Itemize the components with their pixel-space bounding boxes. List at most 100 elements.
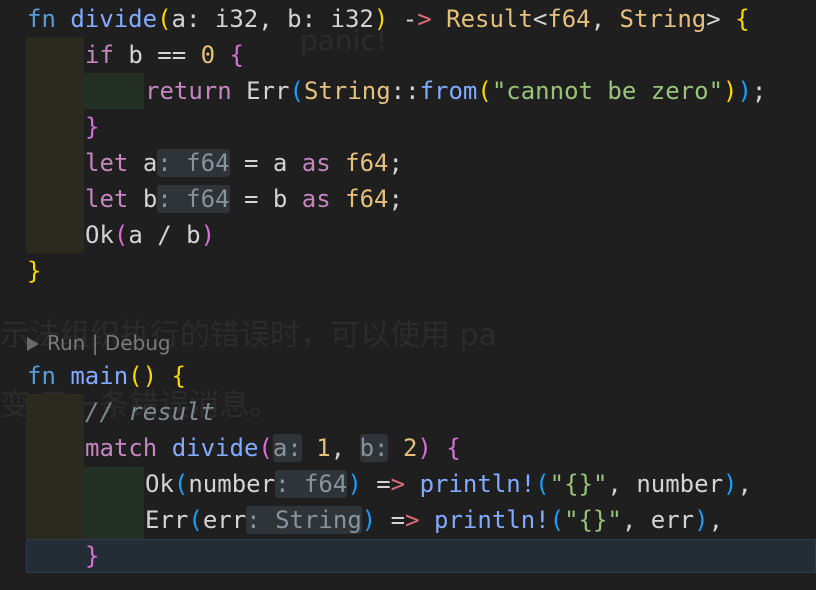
type-result: Result (446, 5, 533, 33)
function-call-divide: divide (171, 434, 259, 462)
code-line-3[interactable]: return Err(String::from("cannot be zero"… (145, 73, 766, 109)
inlay-type-hint: : f64 (157, 149, 230, 177)
keyword-let: let (85, 185, 129, 213)
keyword-fn: fn (27, 362, 56, 390)
code-line-10[interactable]: // result (85, 394, 215, 430)
brace: { (171, 362, 186, 390)
fat-arrow-head: > (405, 506, 420, 534)
brace: } (27, 257, 42, 285)
paren: ) (347, 470, 362, 498)
keyword-match: match (85, 434, 158, 462)
paren: ) (361, 506, 377, 534)
macro-println: println! (419, 470, 536, 498)
paren: ( (258, 434, 273, 462)
path-sep: :: (390, 77, 420, 105)
semicolon: ; (751, 77, 767, 105)
semicolon: ; (388, 185, 403, 213)
type-f64: f64 (345, 149, 389, 177)
code-line-4[interactable]: } (85, 109, 99, 145)
paren: ( (549, 506, 565, 534)
current-line-highlight (26, 539, 816, 573)
fat-arrow: = (361, 470, 391, 498)
format-string: "{}" (564, 506, 622, 534)
ok-variant: Ok (85, 221, 114, 249)
paren: ( (289, 77, 304, 105)
code-line-14[interactable]: } (85, 538, 99, 574)
code-editor[interactable]: panic! 示法组织执行的错误时，可以使用 pa 变 示一条错误消息。 fn … (0, 0, 816, 590)
function-name: divide (70, 5, 158, 33)
macro-args: , err (621, 506, 695, 534)
punct: : (185, 5, 215, 33)
code-line-13[interactable]: Err(err: String) => println!("{}", err), (145, 502, 723, 538)
punct: > (706, 5, 721, 33)
binding-number: number (188, 470, 276, 498)
code-line-8[interactable]: } (27, 253, 41, 289)
codelens-separator: | (91, 331, 99, 355)
number-literal: 2 (402, 434, 418, 462)
ok-pattern: Ok (145, 470, 174, 498)
code-line-1[interactable]: fn divide(a: i32, b: i32) -> Result<f64,… (27, 1, 750, 37)
condition: b == (113, 41, 201, 69)
paren: ( (535, 470, 550, 498)
punct: , (258, 5, 288, 33)
codelens: Run | Debug (27, 328, 171, 358)
indent-guide (26, 37, 84, 253)
comma: , (737, 470, 752, 498)
paren: ( (113, 221, 129, 249)
punct: < (532, 5, 548, 33)
inlay-type-hint: : f64 (275, 470, 348, 498)
keyword-if: if (85, 41, 114, 69)
keyword-as: as (301, 185, 331, 213)
code-line-5[interactable]: let a: f64 = a as f64; (85, 145, 403, 181)
arrow: - (388, 5, 418, 33)
inlay-param-hint: b: (359, 434, 389, 462)
indent-guide (84, 467, 144, 539)
paren: ) (694, 506, 709, 534)
brace: } (85, 113, 100, 141)
code-line-7[interactable]: Ok(a / b) (85, 217, 215, 253)
punct: : (301, 5, 331, 33)
paren: ( (188, 506, 203, 534)
paren: ( (477, 77, 492, 105)
type-i32: i32 (330, 5, 374, 33)
indent-guide (26, 394, 84, 539)
paren: ( (173, 470, 189, 498)
keyword-let: let (85, 149, 129, 177)
code-line-6[interactable]: let b: f64 = b as f64; (85, 181, 403, 217)
keyword-as: as (301, 149, 331, 177)
err-variant: Err (246, 77, 290, 105)
type-string: String (619, 5, 707, 33)
punct: , (590, 5, 620, 33)
assignment: = a (229, 149, 302, 177)
variable-a: a (142, 149, 158, 177)
code-line-12[interactable]: Ok(number: f64) => println!("{}", number… (145, 466, 752, 502)
inlay-type-hint: : f64 (157, 185, 230, 213)
brace: { (735, 5, 750, 33)
type-i32: i32 (214, 5, 259, 33)
codelens-run[interactable]: Run (47, 331, 85, 355)
inlay-type-hint: : String (246, 506, 362, 534)
binding-err: err (202, 506, 247, 534)
number-literal: 0 (200, 41, 216, 69)
param-b: b (287, 5, 302, 33)
code-line-9[interactable]: fn main() { (27, 358, 186, 394)
parens: () (128, 362, 158, 390)
variable-b: b (142, 185, 158, 213)
arrow-head: > (417, 5, 432, 33)
paren: ) (417, 434, 432, 462)
type-f64: f64 (547, 5, 591, 33)
inlay-param-hint: a: (272, 434, 302, 462)
paren: ) (723, 77, 738, 105)
codelens-debug[interactable]: Debug (105, 331, 171, 355)
function-name: main (70, 362, 129, 390)
type-f64: f64 (345, 185, 389, 213)
err-pattern: Err (145, 506, 189, 534)
assignment: = b (229, 185, 302, 213)
paren: ( (157, 5, 172, 33)
comment: // result (85, 398, 216, 426)
code-line-2[interactable]: if b == 0 { (85, 37, 244, 73)
string-literal: "cannot be zero" (491, 77, 724, 105)
division-expr: a / b (128, 221, 201, 249)
code-line-11[interactable]: match divide(a: 1, b: 2) { (85, 430, 461, 466)
